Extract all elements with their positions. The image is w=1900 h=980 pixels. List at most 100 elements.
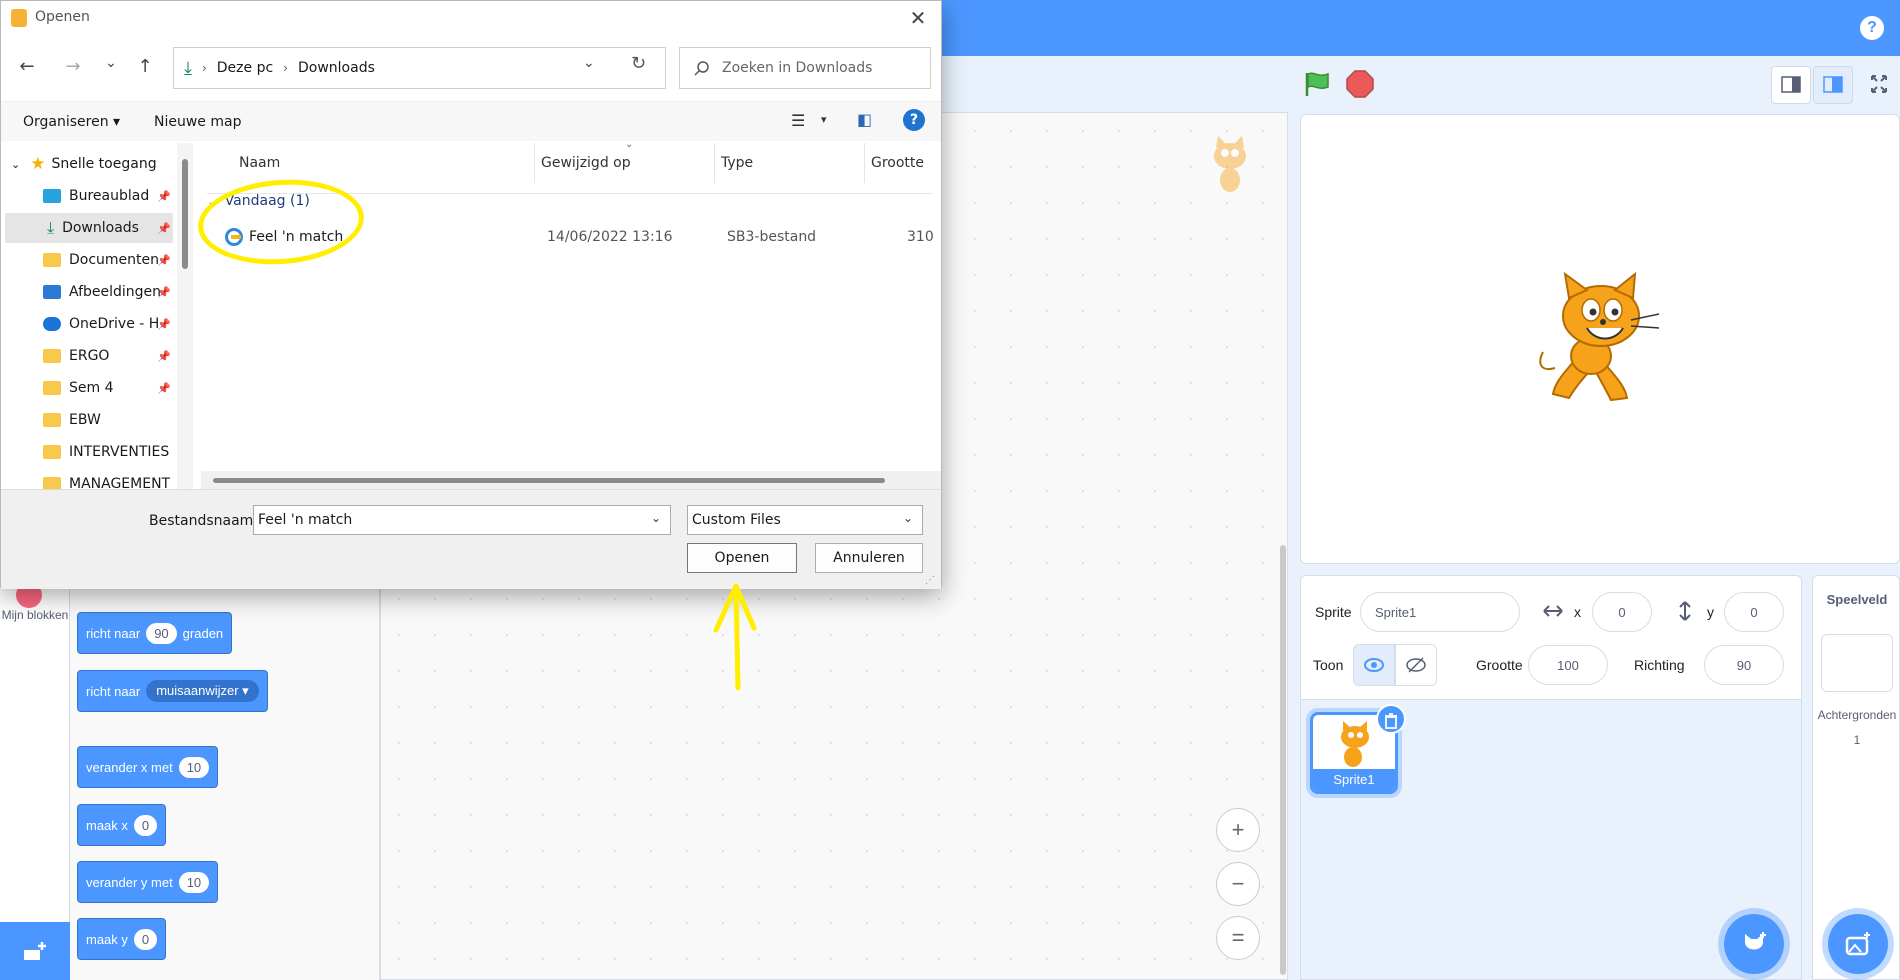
delete-sprite-button[interactable] [1376,704,1406,734]
stop-icon[interactable] [1346,70,1374,98]
block-number-input[interactable]: 90 [146,622,177,644]
open-button[interactable]: Openen [687,543,797,573]
zoom-out-button[interactable]: − [1216,862,1260,906]
column-header-type[interactable]: Type [715,143,865,183]
pin-icon: 📌 [157,285,171,299]
nav-item-quick-access[interactable]: ⌄ ★ Snelle toegang [1,149,177,179]
download-icon: ⤓ [47,218,55,237]
cat-add-icon [1745,932,1766,950]
size-label: Grootte [1476,657,1523,673]
y-input[interactable]: 0 [1724,592,1784,632]
block-number-input[interactable]: 10 [178,871,210,893]
help-icon[interactable]: ? [903,109,925,131]
choose-sprite-button[interactable] [1724,914,1784,974]
dialog-titlebar[interactable]: Openen ✕ [1,1,941,35]
hide-sprite-toggle[interactable] [1395,644,1437,686]
large-stage-button[interactable] [1813,66,1853,104]
zoom-in-button[interactable]: + [1216,808,1260,852]
nav-item-label: Afbeeldingen [69,284,162,300]
fullscreen-button[interactable] [1860,66,1900,104]
file-type-chevron-icon[interactable]: ⌄ [903,511,913,525]
nav-pane-scroll-thumb[interactable] [182,159,188,269]
preview-pane-icon[interactable]: ◧ [857,110,872,129]
set-y-block[interactable]: maak y 0 [77,918,167,960]
address-dropdown-chevron-icon[interactable]: ⌄ [583,55,595,71]
nav-item-label: Bureaublad [69,188,150,204]
folder-icon [43,413,61,427]
choose-backdrop-button[interactable] [1828,914,1888,974]
green-flag-icon[interactable] [1302,70,1332,98]
point-in-direction-block[interactable]: richt naar 90 graden [77,612,233,654]
change-x-block[interactable]: verander x met 10 [77,746,219,788]
block-categories [0,580,70,980]
view-options-icon[interactable]: ☰ [791,111,805,130]
close-icon[interactable]: ✕ [905,5,931,31]
filename-history-chevron-icon[interactable]: ⌄ [651,511,661,525]
forward-arrow-icon[interactable]: → [59,53,87,81]
set-x-block[interactable]: maak x 0 [77,804,167,846]
desktop-icon [43,189,61,203]
column-header-size[interactable]: Grootte [865,143,941,183]
cancel-button[interactable]: Annuleren [815,543,923,573]
code-scrollbar[interactable] [1280,545,1286,975]
nav-item-sem4[interactable]: Sem 4 📌 [1,373,177,403]
file-type-select[interactable]: Custom Files [687,505,923,535]
nav-item-pictures[interactable]: Afbeeldingen 📌 [1,277,177,307]
navigation-pane: ⌄ ★ Snelle toegang Bureaublad 📌 ⤓ Downlo… [1,143,177,489]
nav-item-onedrive[interactable]: OneDrive - H 📌 [1,309,177,339]
help-icon[interactable]: ? [1860,16,1884,40]
resize-grip-icon[interactable]: ⋰ [925,575,935,586]
breadcrumb-separator-icon: › [201,61,207,75]
image-add-icon [1845,932,1870,956]
point-towards-block[interactable]: richt naar muisaanwijzer ▾ [77,670,268,712]
nav-item-interventies[interactable]: INTERVENTIES [1,437,177,467]
change-y-block[interactable]: verander y met 10 [77,861,219,903]
collapse-chevron-icon[interactable]: ⌄ [11,158,20,171]
cat-sprite-icon[interactable] [1535,272,1665,407]
new-folder-button[interactable]: Nieuwe map [154,114,241,130]
sprite-name-input[interactable]: Sprite1 [1360,592,1520,632]
size-input[interactable]: 100 [1528,645,1608,685]
recent-locations-chevron-icon[interactable]: ⌄ [97,49,125,77]
block-dropdown[interactable]: muisaanwijzer ▾ [146,680,259,702]
search-placeholder: Zoeken in Downloads [722,60,873,76]
organize-button[interactable]: Organiseren ▾ [23,114,120,130]
my-blocks-category-label[interactable]: Mijn blokken [0,608,70,622]
nav-item-management[interactable]: MANAGEMENT [1,469,177,489]
file-list-scroll-thumb[interactable] [213,478,885,483]
show-label: Toon [1313,657,1344,673]
nav-item-downloads[interactable]: ⤓ Downloads 📌 [5,213,173,243]
view-options-chevron-icon[interactable]: ▾ [821,113,827,126]
breadcrumb-this-pc[interactable]: Deze pc [217,60,273,76]
add-extension-button[interactable] [0,922,70,980]
pin-icon: 📌 [157,221,171,235]
nav-item-label: MANAGEMENT [69,476,171,489]
small-stage-button[interactable] [1771,66,1811,104]
search-input[interactable]: Zoeken in Downloads [679,47,931,89]
breadcrumb-downloads[interactable]: Downloads [298,60,375,76]
refresh-icon[interactable]: ↻ [631,53,646,74]
open-file-dialog: Openen ✕ ← → ⌄ ↑ ⤓ › Deze pc › Downloads… [0,0,942,589]
column-header-name[interactable]: Naam [233,143,535,183]
x-input[interactable]: 0 [1592,592,1652,632]
filename-input[interactable]: Feel 'n match [253,505,671,535]
up-arrow-icon[interactable]: ↑ [131,53,159,81]
nav-item-ebw[interactable]: EBW [1,405,177,435]
nav-item-documents[interactable]: Documenten 📌 [1,245,177,275]
zoom-reset-button[interactable]: = [1216,916,1260,960]
block-number-input[interactable]: 0 [133,814,158,836]
block-number-input[interactable]: 10 [178,756,210,778]
show-sprite-toggle[interactable] [1353,644,1395,686]
filename-label: Bestandsnaam: [149,513,259,529]
block-number-input[interactable]: 0 [133,928,158,950]
back-arrow-icon[interactable]: ← [13,53,41,81]
dialog-title: Openen [35,9,90,25]
nav-item-desktop[interactable]: Bureaublad 📌 [1,181,177,211]
direction-input[interactable]: 90 [1704,645,1784,685]
backdrop-thumbnail[interactable] [1821,634,1893,692]
nav-item-ergo[interactable]: ERGO 📌 [1,341,177,371]
backdrops-count: 1 [1853,733,1861,747]
extension-icon [24,941,46,960]
block-text: maak y [86,931,128,947]
nav-item-label: INTERVENTIES [69,444,170,460]
